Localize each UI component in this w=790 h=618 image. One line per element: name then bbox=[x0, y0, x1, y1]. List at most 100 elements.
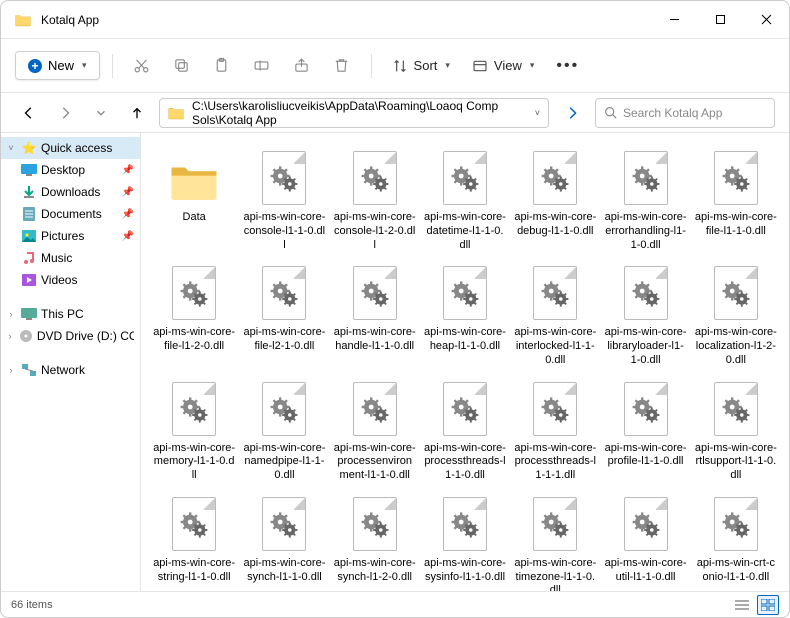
minimize-button[interactable] bbox=[651, 1, 697, 38]
dll-icon bbox=[170, 264, 218, 322]
sidebar-this-pc[interactable]: ›This PC bbox=[1, 303, 140, 325]
file-item[interactable]: api-ms-win-core-errorhandling-l1-1-0.dll bbox=[602, 147, 688, 254]
downloads-icon bbox=[21, 185, 37, 199]
chevron-down-icon: ▾ bbox=[82, 60, 87, 71]
copy-button[interactable] bbox=[165, 49, 199, 83]
back-button[interactable] bbox=[15, 99, 43, 127]
dll-icon bbox=[441, 149, 489, 207]
file-item[interactable]: api-ms-win-core-namedpipe-l1-1-0.dll bbox=[241, 378, 327, 485]
file-content[interactable]: Dataapi-ms-win-core-console-l1-1-0.dllap… bbox=[141, 133, 789, 591]
item-label: api-ms-win-core-errorhandling-l1-1-0.dll bbox=[605, 211, 687, 252]
documents-icon bbox=[21, 207, 37, 221]
dll-icon bbox=[260, 149, 308, 207]
item-label: Data bbox=[183, 211, 206, 225]
sidebar-desktop[interactable]: Desktop📌 bbox=[1, 159, 140, 181]
file-item[interactable]: api-ms-win-core-handle-l1-1-0.dll bbox=[332, 262, 418, 369]
file-item[interactable]: api-ms-win-core-timezone-l1-1-0.dll bbox=[512, 493, 598, 591]
sidebar: ˅ ⭐ Quick access Desktop📌 Downloads📌 Doc… bbox=[1, 133, 141, 591]
item-label: api-ms-win-core-namedpipe-l1-1-0.dll bbox=[243, 442, 325, 483]
dll-icon bbox=[260, 495, 308, 553]
maximize-button[interactable] bbox=[697, 1, 743, 38]
item-label: api-ms-win-core-file-l1-2-0.dll bbox=[153, 326, 235, 354]
file-item[interactable]: api-ms-win-core-synch-l1-2-0.dll bbox=[332, 493, 418, 591]
file-item[interactable]: api-ms-win-core-processenvironment-l1-1-… bbox=[332, 378, 418, 485]
file-item[interactable]: api-ms-win-core-file-l1-2-0.dll bbox=[151, 262, 237, 369]
file-item[interactable]: api-ms-win-core-datetime-l1-1-0.dll bbox=[422, 147, 508, 254]
sidebar-quick-access[interactable]: ˅ ⭐ Quick access bbox=[1, 137, 140, 159]
file-item[interactable]: api-ms-win-core-rtlsupport-l1-1-0.dll bbox=[693, 378, 779, 485]
sidebar-downloads[interactable]: Downloads📌 bbox=[1, 181, 140, 203]
file-item[interactable]: api-ms-win-core-memory-l1-1-0.dll bbox=[151, 378, 237, 485]
sidebar-dvd[interactable]: ›DVD Drive (D:) CCCC bbox=[1, 325, 140, 347]
item-label: api-ms-win-core-synch-l1-2-0.dll bbox=[334, 557, 416, 585]
file-item[interactable]: api-ms-win-core-heap-l1-1-0.dll bbox=[422, 262, 508, 369]
item-label: api-ms-win-core-profile-l1-1-0.dll bbox=[605, 442, 687, 470]
file-item[interactable]: api-ms-win-core-interlocked-l1-1-0.dll bbox=[512, 262, 598, 369]
folder-item[interactable]: Data bbox=[151, 147, 237, 254]
search-icon bbox=[604, 106, 617, 119]
rename-button[interactable] bbox=[245, 49, 279, 83]
file-item[interactable]: api-ms-win-core-console-l1-1-0.dll bbox=[241, 147, 327, 254]
dll-icon bbox=[351, 495, 399, 553]
file-item[interactable]: api-ms-win-core-synch-l1-1-0.dll bbox=[241, 493, 327, 591]
item-label: api-ms-win-core-file-l2-1-0.dll bbox=[243, 326, 325, 354]
file-item[interactable]: api-ms-win-core-util-l1-1-0.dll bbox=[602, 493, 688, 591]
pin-icon: 📌 bbox=[122, 165, 134, 176]
file-item[interactable]: api-ms-win-crt-conio-l1-1-0.dll bbox=[693, 493, 779, 591]
file-item[interactable]: api-ms-win-core-sysinfo-l1-1-0.dll bbox=[422, 493, 508, 591]
folder-icon bbox=[15, 13, 31, 27]
sidebar-network[interactable]: ›Network bbox=[1, 359, 140, 381]
icons-view-button[interactable] bbox=[757, 595, 779, 615]
file-item[interactable]: api-ms-win-core-file-l2-1-0.dll bbox=[241, 262, 327, 369]
recent-button[interactable] bbox=[87, 99, 115, 127]
file-item[interactable]: api-ms-win-core-processthreads-l1-1-0.dl… bbox=[422, 378, 508, 485]
navigation-row: C:\Users\karolisliucveikis\AppData\Roami… bbox=[1, 93, 789, 133]
item-label: api-ms-win-core-rtlsupport-l1-1-0.dll bbox=[695, 442, 777, 483]
sidebar-videos[interactable]: Videos bbox=[1, 269, 140, 291]
pc-icon bbox=[21, 308, 37, 320]
file-item[interactable]: api-ms-win-core-console-l1-2-0.dll bbox=[332, 147, 418, 254]
sidebar-pictures[interactable]: Pictures📌 bbox=[1, 225, 140, 247]
dll-icon bbox=[712, 380, 760, 438]
chevron-right-icon: › bbox=[5, 309, 17, 319]
file-item[interactable]: api-ms-win-core-file-l1-1-0.dll bbox=[693, 147, 779, 254]
sort-button[interactable]: Sort ▾ bbox=[384, 52, 458, 80]
item-label: api-ms-win-core-file-l1-1-0.dll bbox=[695, 211, 777, 239]
sidebar-music[interactable]: Music bbox=[1, 247, 140, 269]
main-area: ˅ ⭐ Quick access Desktop📌 Downloads📌 Doc… bbox=[1, 133, 789, 591]
item-label: api-ms-win-core-util-l1-1-0.dll bbox=[605, 557, 687, 585]
statusbar: 66 items bbox=[1, 591, 789, 617]
address-bar[interactable]: C:\Users\karolisliucveikis\AppData\Roami… bbox=[159, 98, 549, 128]
file-item[interactable]: api-ms-win-core-localization-l1-2-0.dll bbox=[693, 262, 779, 369]
music-icon bbox=[21, 251, 37, 265]
file-item[interactable]: api-ms-win-core-processthreads-l1-1-1.dl… bbox=[512, 378, 598, 485]
new-label: New bbox=[48, 58, 74, 73]
dll-icon bbox=[351, 380, 399, 438]
chevron-down-icon: ˅ bbox=[5, 143, 17, 153]
item-label: api-ms-win-core-handle-l1-1-0.dll bbox=[334, 326, 416, 354]
dll-icon bbox=[622, 264, 670, 322]
star-icon: ⭐ bbox=[21, 141, 37, 155]
details-view-button[interactable] bbox=[731, 595, 753, 615]
delete-button[interactable] bbox=[325, 49, 359, 83]
videos-icon bbox=[21, 274, 37, 286]
forward-button[interactable] bbox=[51, 99, 79, 127]
file-item[interactable]: api-ms-win-core-libraryloader-l1-1-0.dll bbox=[602, 262, 688, 369]
close-button[interactable] bbox=[743, 1, 789, 38]
cut-button[interactable] bbox=[125, 49, 159, 83]
go-button[interactable] bbox=[557, 98, 587, 128]
item-label: api-ms-win-core-libraryloader-l1-1-0.dll bbox=[605, 326, 687, 367]
more-button[interactable]: ••• bbox=[548, 57, 587, 75]
share-button[interactable] bbox=[285, 49, 319, 83]
chevron-down-icon[interactable]: ˅ bbox=[535, 108, 540, 118]
sidebar-documents[interactable]: Documents📌 bbox=[1, 203, 140, 225]
paste-button[interactable] bbox=[205, 49, 239, 83]
file-item[interactable]: api-ms-win-core-profile-l1-1-0.dll bbox=[602, 378, 688, 485]
divider bbox=[112, 54, 113, 78]
search-input[interactable]: Search Kotalq App bbox=[595, 98, 775, 128]
view-button[interactable]: View ▾ bbox=[464, 52, 542, 80]
file-item[interactable]: api-ms-win-core-string-l1-1-0.dll bbox=[151, 493, 237, 591]
file-item[interactable]: api-ms-win-core-debug-l1-1-0.dll bbox=[512, 147, 598, 254]
new-button[interactable]: + New ▾ bbox=[15, 51, 100, 80]
up-button[interactable] bbox=[123, 99, 151, 127]
